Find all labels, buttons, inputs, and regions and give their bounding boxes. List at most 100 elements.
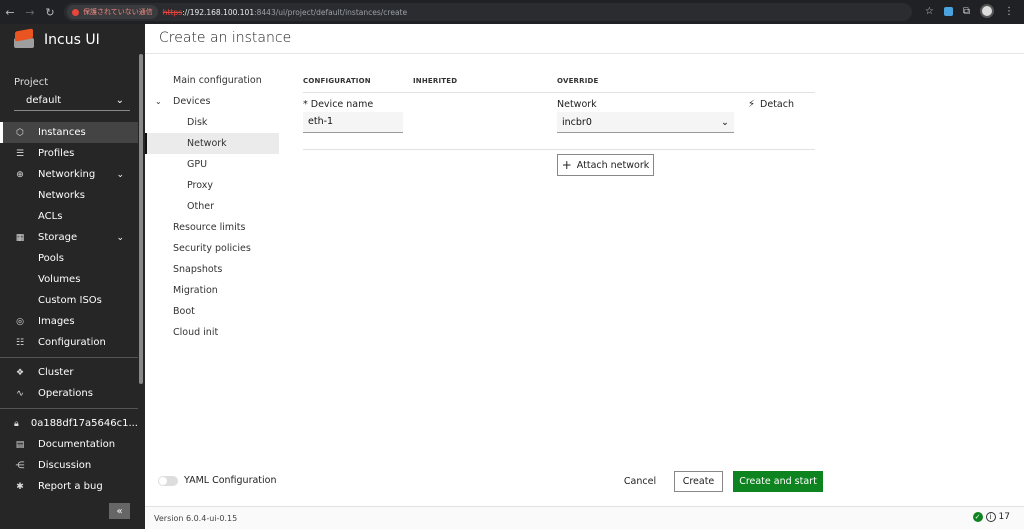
chevron-down-icon: ⌄ — [721, 116, 729, 128]
brand[interactable]: Incus UI — [12, 28, 100, 50]
subnav-label: Snapshots — [173, 264, 223, 275]
create-and-start-button[interactable]: Create and start — [733, 471, 823, 492]
operations-status[interactable]: ✓ i 17 — [972, 512, 1010, 522]
storage-icon: ▦ — [15, 232, 25, 243]
device-name-input[interactable]: eth-1 — [303, 112, 403, 133]
sidebar-item-networking[interactable]: ⊕ Networking ⌄ — [0, 164, 138, 185]
subnav-migration[interactable]: Migration — [145, 280, 279, 301]
sidebar-scrollbar[interactable] — [139, 54, 143, 384]
sidebar-item-cluster[interactable]: ❖ Cluster — [0, 362, 138, 383]
sidebar-item-profiles[interactable]: ☰ Profiles — [0, 143, 138, 164]
subnav-gpu[interactable]: GPU — [145, 154, 279, 175]
brand-name: Incus UI — [44, 32, 100, 48]
sidebar-item-label: Pools — [38, 253, 64, 264]
sidebar-item-discussion[interactable]: ⋲ Discussion — [0, 455, 138, 476]
lock-icon: 🔒︎ — [14, 418, 19, 429]
subnav-boot[interactable]: Boot — [145, 301, 279, 322]
sidebar-item-configuration[interactable]: ☷ Configuration — [0, 332, 138, 353]
sidebar-item-label: Report a bug — [38, 481, 103, 492]
sidebar-item-acls[interactable]: ACLs — [0, 206, 138, 227]
column-header-configuration: CONFIGURATION — [303, 77, 371, 85]
form-section-nav: Main configuration ⌄ Devices Disk Network… — [145, 70, 279, 343]
subnav-label: Network — [187, 138, 227, 149]
detach-button[interactable]: ⚡︎ Detach — [748, 99, 794, 110]
subnav-devices[interactable]: ⌄ Devices — [145, 91, 279, 112]
subnav-cloud-init[interactable]: Cloud init — [145, 322, 279, 343]
sidebar-item-label: Networking — [38, 169, 96, 180]
extensions-puzzle-icon[interactable]: ⧉ — [963, 6, 970, 17]
extension-icon[interactable] — [943, 6, 953, 16]
security-warning-text: 保護されていない通信 — [83, 8, 153, 16]
sidebar-item-label: Configuration — [38, 337, 106, 348]
network-select-value: incbr0 — [562, 116, 592, 128]
profiles-icon: ☰ — [15, 148, 25, 159]
chevron-down-icon: ⌄ — [115, 95, 124, 106]
subnav-label: GPU — [187, 159, 208, 170]
plus-icon: + — [561, 158, 572, 172]
subnav-network[interactable]: Network — [145, 133, 279, 154]
subnav-proxy[interactable]: Proxy — [145, 175, 279, 196]
sidebar-item-storage[interactable]: ▦ Storage ⌄ — [0, 227, 138, 248]
configuration-icon: ☷ — [15, 337, 25, 348]
subnav-label: Disk — [187, 117, 208, 128]
cancel-button[interactable]: Cancel — [615, 471, 665, 492]
sidebar-item-networks[interactable]: Networks — [0, 185, 138, 206]
create-button[interactable]: Create — [674, 471, 723, 492]
url-text[interactable]: https://192.168.100.101:8443/ui/project/… — [163, 8, 407, 17]
subnav-label: Devices — [173, 96, 211, 107]
browser-toolbar: ← → ↻ 保護されていない通信 https://192.168.100.101… — [0, 0, 1024, 24]
sidebar-nav: ⬡ Instances ☰ Profiles ⊕ Networking ⌄ Ne… — [0, 122, 138, 497]
yaml-configuration-toggle[interactable]: YAML Configuration — [158, 475, 277, 486]
subnav-snapshots[interactable]: Snapshots — [145, 259, 279, 280]
toggle-switch[interactable] — [158, 475, 178, 486]
column-header-inherited: INHERITED — [413, 77, 458, 85]
info-icon: i — [985, 512, 996, 522]
subnav-other[interactable]: Other — [145, 196, 279, 217]
subnav-security-policies[interactable]: Security policies — [145, 238, 279, 259]
subnav-disk[interactable]: Disk — [145, 112, 279, 133]
profile-avatar[interactable] — [980, 4, 994, 18]
collapse-sidebar-button[interactable]: « — [109, 503, 130, 519]
project-value: default — [26, 95, 62, 106]
networking-icon: ⊕ — [16, 169, 24, 180]
address-bar[interactable]: 保護されていない通信 https://192.168.100.101:8443/… — [64, 3, 912, 21]
sidebar-item-operations[interactable]: ∿ Operations — [0, 383, 138, 404]
sidebar-item-account[interactable]: 🔒︎ 0a188df17a5646c1... — [0, 413, 138, 434]
bug-icon: ✱ — [16, 481, 24, 492]
subnav-label: Resource limits — [173, 222, 246, 233]
sidebar-item-pools[interactable]: Pools — [0, 248, 138, 269]
subnav-label: Other — [187, 201, 214, 212]
attach-network-button[interactable]: + Attach network — [557, 154, 654, 176]
table-header-divider — [303, 92, 815, 93]
operations-count: 17 — [998, 512, 1010, 522]
warning-icon — [72, 8, 79, 16]
bookmark-star-icon[interactable]: ☆ — [925, 6, 934, 17]
project-select[interactable]: default ⌄ — [14, 91, 130, 111]
sidebar-item-documentation[interactable]: ▤ Documentation — [0, 434, 138, 455]
sidebar-divider — [0, 408, 138, 409]
browser-menu-icon[interactable]: ⋮ — [1004, 6, 1014, 17]
sidebar-item-images[interactable]: ◎ Images — [0, 311, 138, 332]
reload-icon[interactable]: ↻ — [40, 6, 60, 19]
sidebar-item-report-bug[interactable]: ✱ Report a bug — [0, 476, 138, 497]
url-path: :8443/ui/project/default/instances/creat… — [254, 7, 408, 17]
sidebar-item-volumes[interactable]: Volumes — [0, 269, 138, 290]
forward-icon[interactable]: → — [20, 6, 40, 19]
chevron-down-icon: ⌄ — [155, 97, 162, 106]
sidebar-item-label: Operations — [38, 388, 93, 399]
status-bar: Version 6.0.4-ui-0.15 ✓ i 17 — [145, 506, 1024, 529]
network-select[interactable]: incbr0 ⌄ — [557, 112, 734, 133]
sidebar-item-instances[interactable]: ⬡ Instances — [0, 122, 138, 143]
discussion-icon: ⋲ — [15, 460, 25, 471]
back-icon[interactable]: ← — [0, 6, 20, 19]
success-icon: ✓ — [972, 512, 983, 522]
main-panel: Create an instance Main configuration ⌄ D… — [145, 24, 1024, 529]
sidebar-item-custom-isos[interactable]: Custom ISOs — [0, 290, 138, 311]
subnav-resource-limits[interactable]: Resource limits — [145, 217, 279, 238]
security-warning[interactable]: 保護されていない通信 — [67, 5, 158, 19]
subnav-main-configuration[interactable]: Main configuration — [145, 70, 279, 91]
subnav-label: Boot — [173, 306, 195, 317]
sidebar-item-label: Storage — [38, 232, 78, 243]
documentation-icon: ▤ — [15, 439, 25, 450]
sidebar-item-label: Profiles — [38, 148, 75, 159]
